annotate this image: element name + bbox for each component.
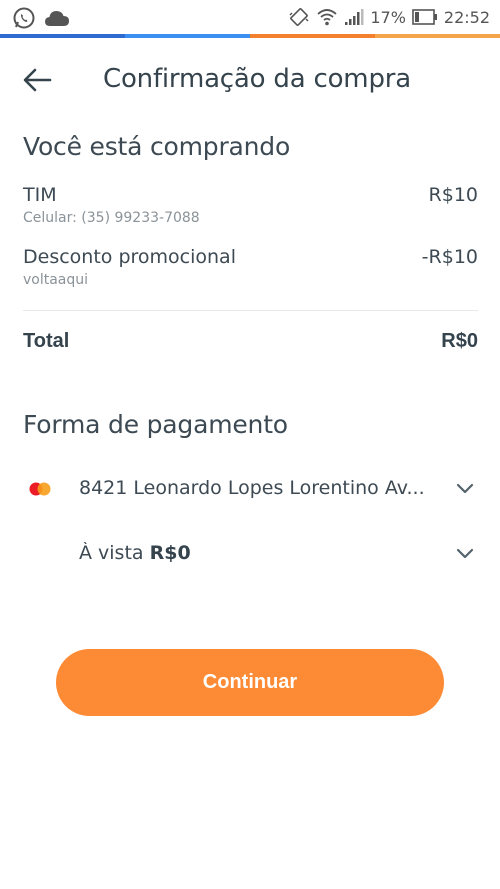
cloud-icon [45,11,69,26]
card-label: 8421 Leonardo Lopes Lorentino Av... [79,477,425,499]
installment-selector[interactable]: À vista R$0 [23,535,478,575]
item-name: TIM [23,184,57,206]
strip-segment [0,34,125,38]
installment-value: R$0 [149,542,191,564]
mastercard-icon [29,482,51,496]
whatsapp-icon [13,7,35,29]
signal-icon [345,9,364,25]
wifi-icon [317,9,337,26]
item-subtitle: Celular: (35) 99233-7088 [23,210,200,226]
status-bar: 17% 22:52 [0,0,500,34]
total-value: R$0 [441,330,478,352]
purchase-heading: Você está comprando [23,132,291,161]
divider [23,310,478,311]
continue-button[interactable]: Continuar [56,649,444,716]
notification-icons [12,6,70,30]
page-title: Confirmação da compra [103,64,411,94]
arrow-left-icon [23,68,52,92]
total-label: Total [23,330,70,352]
battery-icon [412,9,437,25]
strip-segment [250,34,375,38]
chevron-down-icon [456,548,474,559]
installment-label: À vista R$0 [79,542,439,564]
color-strip [0,34,500,38]
item-subtitle: voltaaqui [23,272,89,288]
battery-percent: 17% [370,7,406,27]
app-header: Confirmação da compra [0,50,500,110]
item-amount: R$10 [428,184,478,206]
back-button[interactable] [20,64,56,96]
line-item-tim: TIM Celular: (35) 99233-7088 R$10 [23,184,478,226]
vibrate-icon [289,8,309,26]
card-selector[interactable]: 8421 Leonardo Lopes Lorentino Av... [23,470,478,510]
installment-prefix: À vista [79,542,150,564]
strip-segment [375,34,500,38]
strip-segment [125,34,250,38]
payment-heading: Forma de pagamento [23,410,288,439]
item-amount: -R$10 [421,246,478,268]
total-row: Total R$0 [23,330,478,353]
item-name: Desconto promocional [23,246,236,268]
clock: 22:52 [443,7,490,27]
chevron-down-icon [456,483,474,494]
line-item-discount: Desconto promocional voltaaqui -R$10 [23,246,478,288]
status-right: 17% 22:52 [288,7,490,27]
